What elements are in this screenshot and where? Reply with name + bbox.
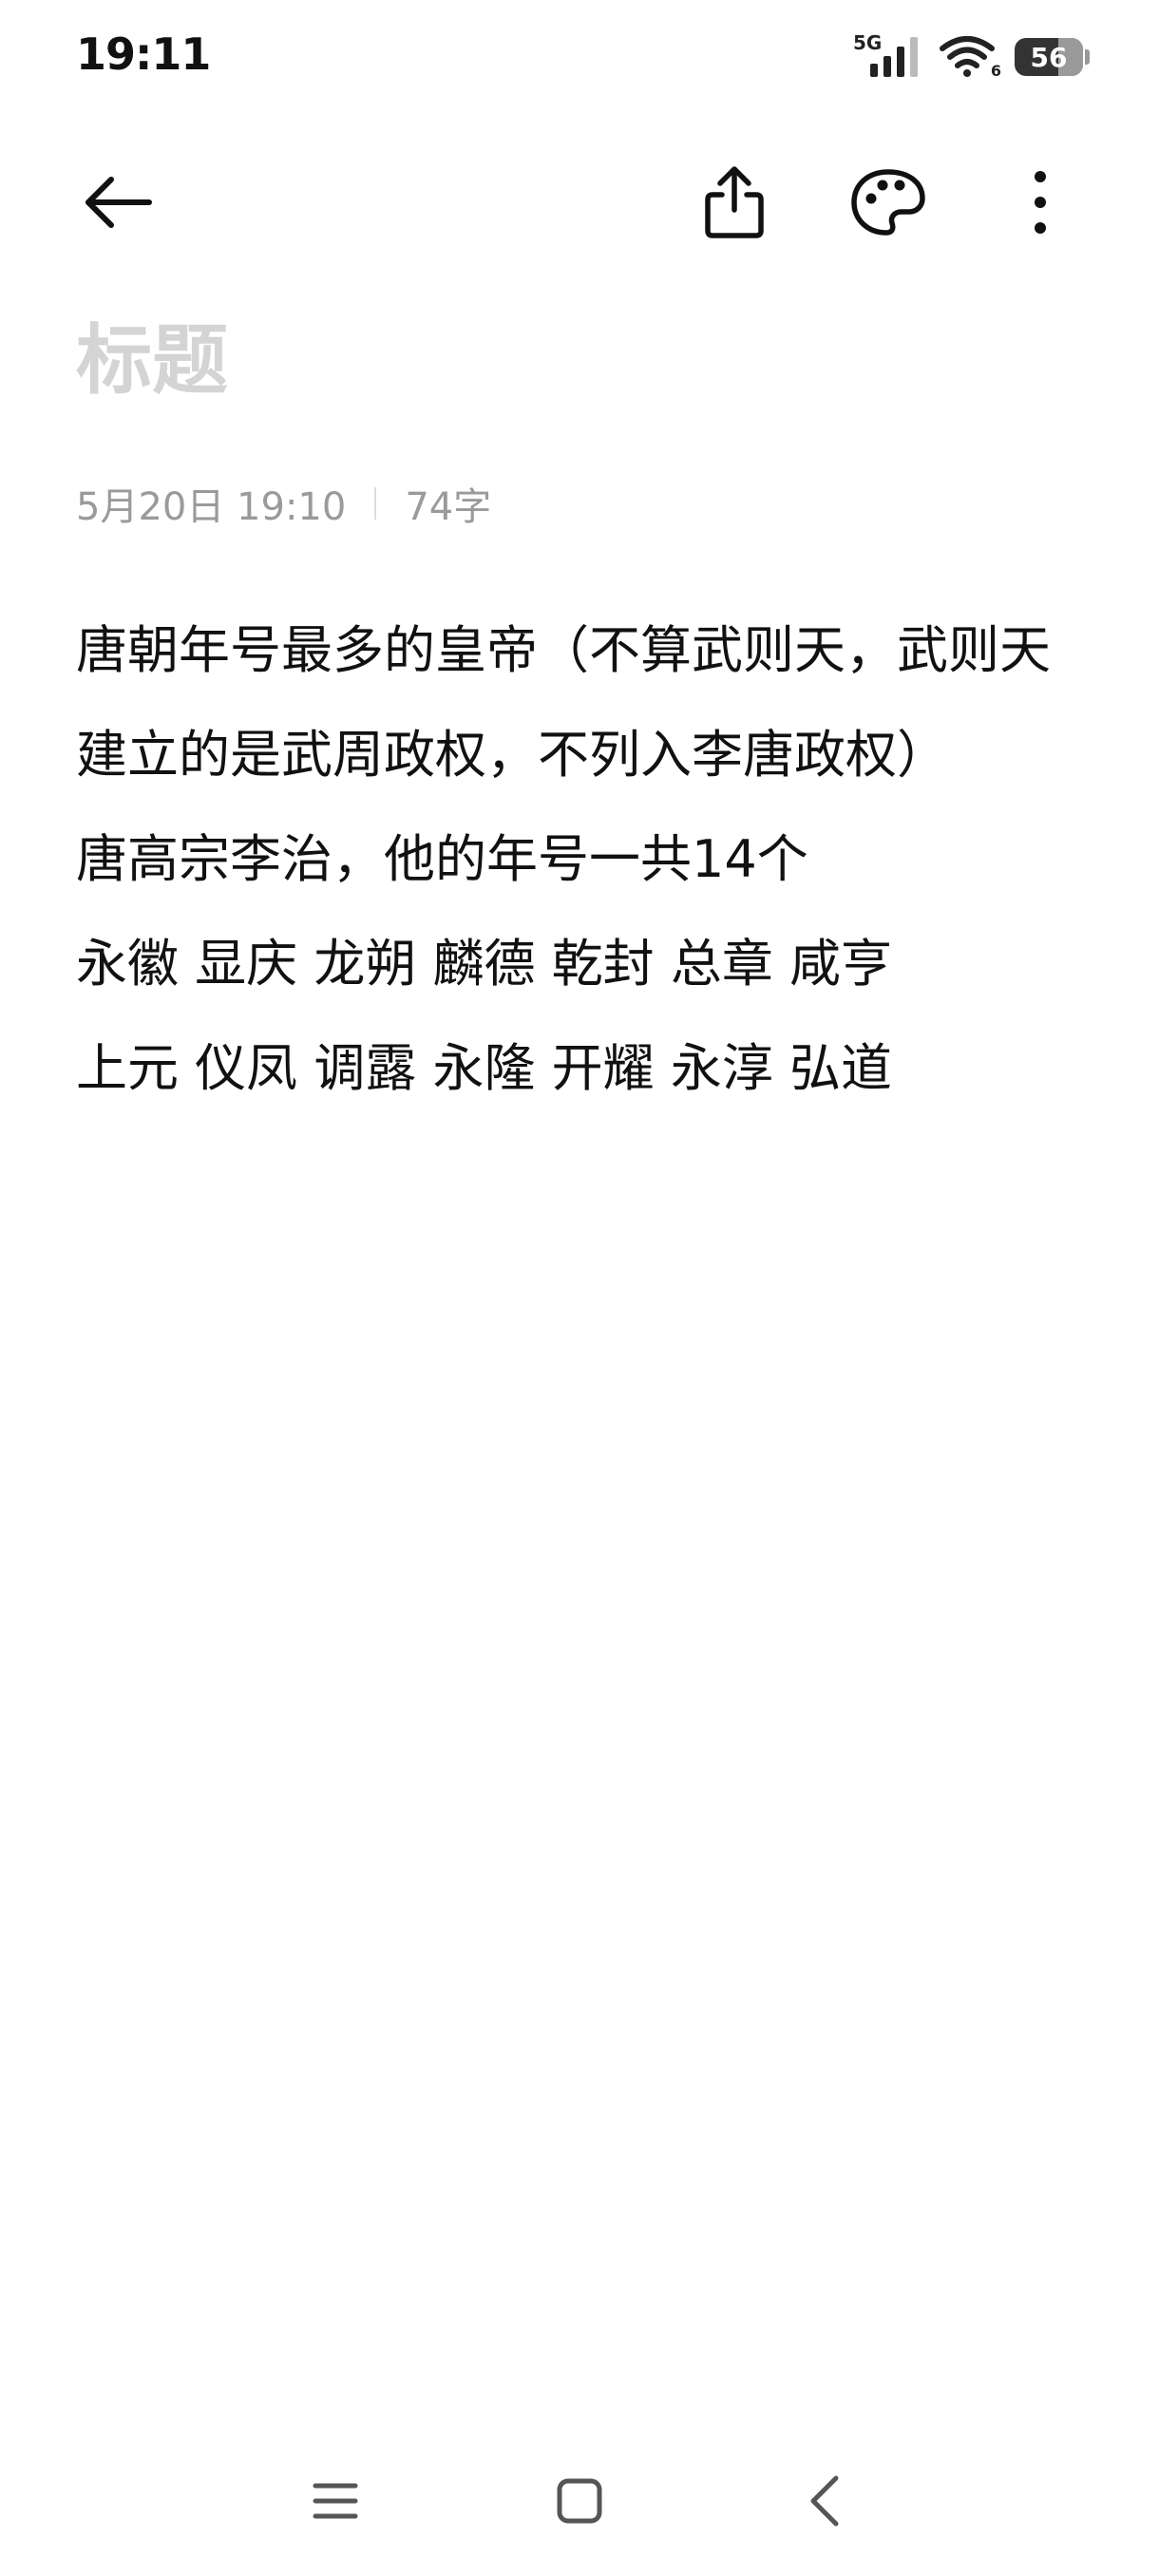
nav-menu-button[interactable] [283,2451,388,2555]
back-arrow-icon [79,174,155,235]
more-button[interactable] [988,152,1092,256]
share-button[interactable] [682,152,787,256]
status-icons: 5G 6 56 [853,28,1090,85]
note-body-line: 上元 仪凤 调露 永隆 开耀 永淳 弘道 [76,1038,892,1098]
note-body-line: 永徽 显庆 龙朔 麟德 乾封 总章 咸亨 [76,934,892,994]
status-bar: 19:11 5G 6 56 [0,0,1159,114]
more-vertical-icon [1031,169,1050,239]
note-body-editor[interactable]: 唐朝年号最多的皇帝（不算武则天，武则天建立的是武周政权，不列入李唐政权） 唐高宗… [76,598,1083,1121]
note-meta: 5月20日 19:10 74字 [76,475,491,532]
palette-icon [850,168,926,240]
system-nav-bar [0,2451,1159,2555]
share-icon [703,164,766,244]
theme-button[interactable] [836,152,940,256]
note-title-field[interactable]: 标题 [76,313,228,408]
back-icon [806,2474,844,2531]
note-toolbar [0,152,1159,256]
status-time: 19:11 [76,28,211,80]
wifi-icon: 6 [939,33,1001,81]
signal-icon: 5G [853,33,925,81]
back-button[interactable] [65,152,169,256]
home-icon [556,2477,603,2529]
nav-home-button[interactable] [527,2451,632,2555]
note-body-line: 唐朝年号最多的皇帝（不算武则天，武则天建立的是武周政权，不列入李唐政权） [76,620,1051,785]
note-body-line: 唐高宗李治，他的年号一共14个 [76,829,808,889]
nav-back-button[interactable] [772,2451,877,2555]
battery-icon: 56 [1015,38,1090,76]
note-char-count: 74字 [405,485,492,529]
meta-divider [374,487,377,520]
menu-icon [312,2480,359,2526]
wifi-badge: 6 [990,62,1001,80]
battery-level: 56 [1030,41,1068,73]
note-date: 5月20日 19:10 [76,485,347,529]
